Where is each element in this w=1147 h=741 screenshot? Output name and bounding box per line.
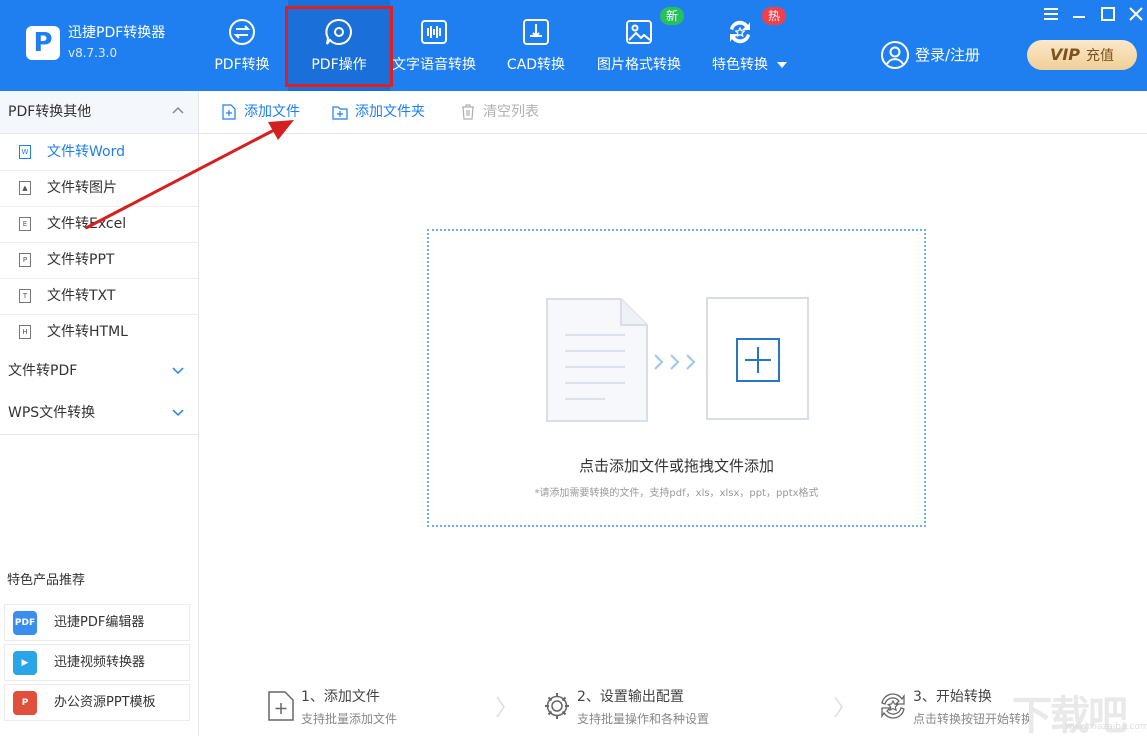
new-badge: 新 [660, 7, 685, 25]
star-refresh-icon [881, 693, 905, 719]
exchange-icon [229, 19, 255, 45]
sidebar-item-label: 文件转HTML [47, 324, 128, 340]
sidebar-group-pdf-other[interactable]: PDF转换其他 [0, 91, 198, 134]
sidebar: PDF转换其他 W 文件转Word ▲ 文件转图片 E 文件转Excel P 文… [0, 91, 199, 736]
add-file-illustration [546, 297, 809, 422]
watermark-url: www.xiazaiba.com [1065, 722, 1147, 732]
add-folder-icon [332, 106, 348, 120]
close-icon[interactable] [1126, 4, 1146, 24]
nav-cad[interactable]: CAD转换 [500, 0, 572, 91]
promo-pdf-editor[interactable]: PDF 迅捷PDF编辑器 [4, 604, 190, 641]
nav-label: CAD转换 [506, 57, 566, 73]
chevron-right-icon [834, 696, 843, 718]
drop-zone-hint: *请添加需要转换的文件，支持pdf，xls，xlsx，ppt，pptx格式 [534, 488, 819, 499]
chevron-up-icon [172, 106, 184, 114]
group-label: WPS文件转换 [8, 405, 96, 421]
highlight-frame [285, 6, 393, 87]
promo-ppt-template[interactable]: P 办公资源PPT模板 [4, 684, 190, 721]
vip-brand: VIP [1049, 45, 1081, 64]
step-desc: 支持批量添加文件 [301, 712, 398, 726]
maximize-icon[interactable] [1098, 4, 1118, 24]
add-folder-label: 添加文件夹 [355, 104, 425, 120]
pdf-editor-icon: PDF [13, 611, 37, 635]
file-drop-zone[interactable]: 点击添加文件或拖拽文件添加 *请添加需要转换的文件，支持pdf，xls，xlsx… [427, 229, 926, 527]
html-file-icon: H [19, 325, 31, 339]
trash-icon [462, 104, 474, 120]
word-file-icon: W [19, 145, 31, 159]
hot-badge: 热 [762, 7, 787, 25]
toolbar: 添加文件 添加文件夹 清空列表 [199, 91, 1147, 134]
promo-label: 迅捷视频转换器 [54, 655, 146, 670]
app-title: 迅捷PDF转换器 [68, 25, 166, 41]
cad-icon [523, 19, 549, 45]
logo-letter: P [33, 28, 53, 58]
sidebar-item-label: 文件转Word [47, 144, 125, 160]
promo-title: 特色产品推荐 [7, 573, 86, 588]
sidebar-item-label: 文件转图片 [47, 180, 117, 196]
watermark-logo: 下载吧 [1012, 693, 1128, 739]
nav-label: 图片格式转换 [597, 57, 681, 73]
group-label: 文件转PDF [8, 363, 78, 379]
image-file-icon: ▲ [19, 181, 31, 195]
nav-label: PDF转换 [214, 57, 270, 73]
group-label: PDF转换其他 [8, 104, 92, 120]
chevron-down-icon [777, 62, 787, 68]
promo-video-converter[interactable]: ▶ 迅捷视频转换器 [4, 644, 190, 681]
promo-label: 办公资源PPT模板 [54, 695, 156, 710]
sidebar-item-label: 文件转PPT [47, 252, 115, 268]
sidebar-item-ppt[interactable]: P 文件转PPT [0, 242, 198, 279]
sidebar-item-image[interactable]: ▲ 文件转图片 [0, 170, 198, 207]
sidebar-item-label: 文件转TXT [47, 288, 116, 304]
sidebar-group-to-pdf[interactable]: 文件转PDF [0, 350, 198, 393]
gear-icon [545, 693, 569, 719]
sidebar-item-label: 文件转Excel [47, 216, 127, 232]
txt-file-icon: T [19, 289, 31, 303]
chevron-down-icon [172, 409, 184, 417]
step-title: 2、设置输出配置 [577, 689, 684, 705]
nav-label: 文字语音转换 [392, 57, 476, 73]
vip-recharge-button[interactable]: VIP 充值 [1027, 40, 1137, 70]
chevron-right-icon [496, 696, 505, 718]
app-header: P 迅捷PDF转换器 v8.7.3.0 PDF转换 PDF操作 文字语音转换 C… [0, 0, 1147, 91]
minimize-icon[interactable] [1069, 4, 1089, 24]
promo-label: 迅捷PDF编辑器 [54, 615, 145, 630]
waveform-icon [421, 20, 447, 44]
menu-icon[interactable] [1041, 4, 1061, 24]
login-label: 登录/注册 [915, 46, 981, 64]
nav-pdf-convert[interactable]: PDF转换 [199, 0, 285, 91]
step-title: 3、开始转换 [913, 689, 992, 705]
sidebar-item-word[interactable]: W 文件转Word [0, 134, 198, 171]
image-icon [626, 20, 652, 44]
add-file-icon [222, 104, 236, 120]
clear-list-label: 清空列表 [483, 104, 539, 120]
add-file-icon [268, 691, 294, 721]
add-file-label: 添加文件 [244, 104, 300, 120]
drop-zone-title: 点击添加文件或拖拽文件添加 [578, 457, 774, 475]
sidebar-group-wps[interactable]: WPS文件转换 [0, 392, 198, 435]
star-refresh-icon [730, 20, 750, 44]
chevron-down-icon [172, 367, 184, 375]
app-version: v8.7.3.0 [68, 46, 118, 60]
sidebar-item-html[interactable]: H 文件转HTML [0, 314, 198, 351]
nav-text-speech[interactable]: 文字语音转换 [392, 0, 476, 91]
step-title: 1、添加文件 [301, 689, 380, 705]
sidebar-item-excel[interactable]: E 文件转Excel [0, 206, 198, 243]
video-converter-icon: ▶ [13, 651, 37, 675]
excel-file-icon: E [19, 217, 31, 231]
user-icon [881, 41, 909, 69]
vip-action: 充值 [1086, 48, 1115, 64]
ppt-file-icon: P [19, 253, 31, 267]
sidebar-item-txt[interactable]: T 文件转TXT [0, 278, 198, 315]
app-logo: P [26, 26, 60, 60]
step-desc: 支持批量操作和各种设置 [577, 712, 710, 726]
ppt-template-icon: P [13, 691, 37, 715]
